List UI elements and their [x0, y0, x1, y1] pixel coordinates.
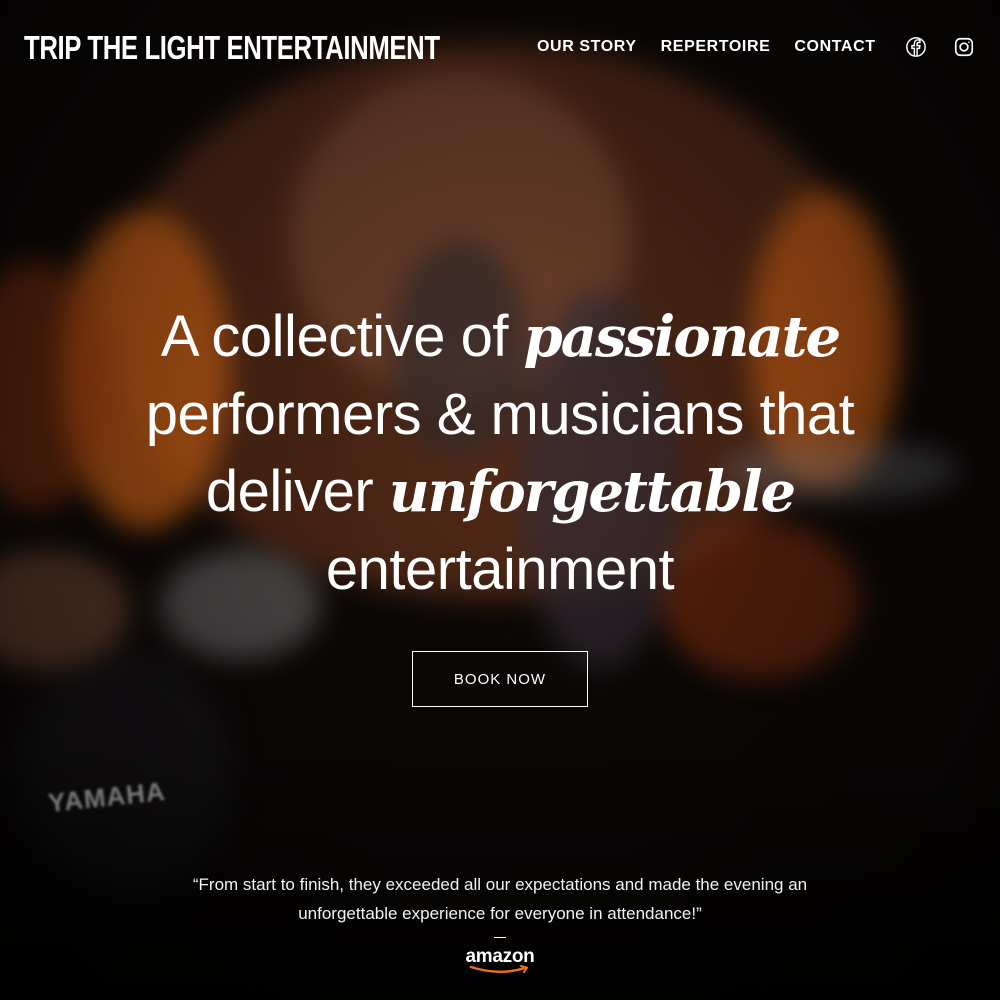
- hero-headline: A collective of passionate performers & …: [80, 298, 920, 608]
- nav-repertoire[interactable]: REPERTOIRE: [661, 38, 771, 56]
- social-links: [879, 36, 975, 58]
- nav-our-story[interactable]: OUR STORY: [537, 38, 637, 56]
- site-header: TRIP THE LIGHT ENTERTAINMENT OUR STORY R…: [0, 0, 1000, 96]
- testimonial-source-logo: amazon: [450, 946, 550, 973]
- testimonial-quote: “From start to finish, they exceeded all…: [192, 875, 808, 923]
- site-logo[interactable]: TRIP THE LIGHT ENTERTAINMENT: [24, 28, 440, 68]
- hero-line-2: performers & musicians that: [145, 382, 855, 447]
- hero-line-4: entertainment: [325, 537, 675, 602]
- hero-line-1: A collective of passionate: [160, 304, 842, 370]
- book-now-button[interactable]: BOOK NOW: [412, 651, 588, 707]
- nav-contact[interactable]: CONTACT: [794, 38, 875, 56]
- testimonial-source-name: amazon: [465, 946, 535, 967]
- hero-emphasis-unforgettable: unforgettable: [388, 459, 796, 525]
- main-nav: OUR STORY REPERTOIRE CONTACT: [537, 38, 900, 56]
- hero-emphasis-passionate: passionate: [523, 304, 842, 370]
- amazon-smile-icon: [469, 965, 528, 973]
- facebook-icon[interactable]: [905, 36, 927, 58]
- hero-line-3: deliver unforgettable: [205, 459, 796, 525]
- testimonial-divider: [494, 937, 506, 938]
- instagram-icon[interactable]: [953, 36, 975, 58]
